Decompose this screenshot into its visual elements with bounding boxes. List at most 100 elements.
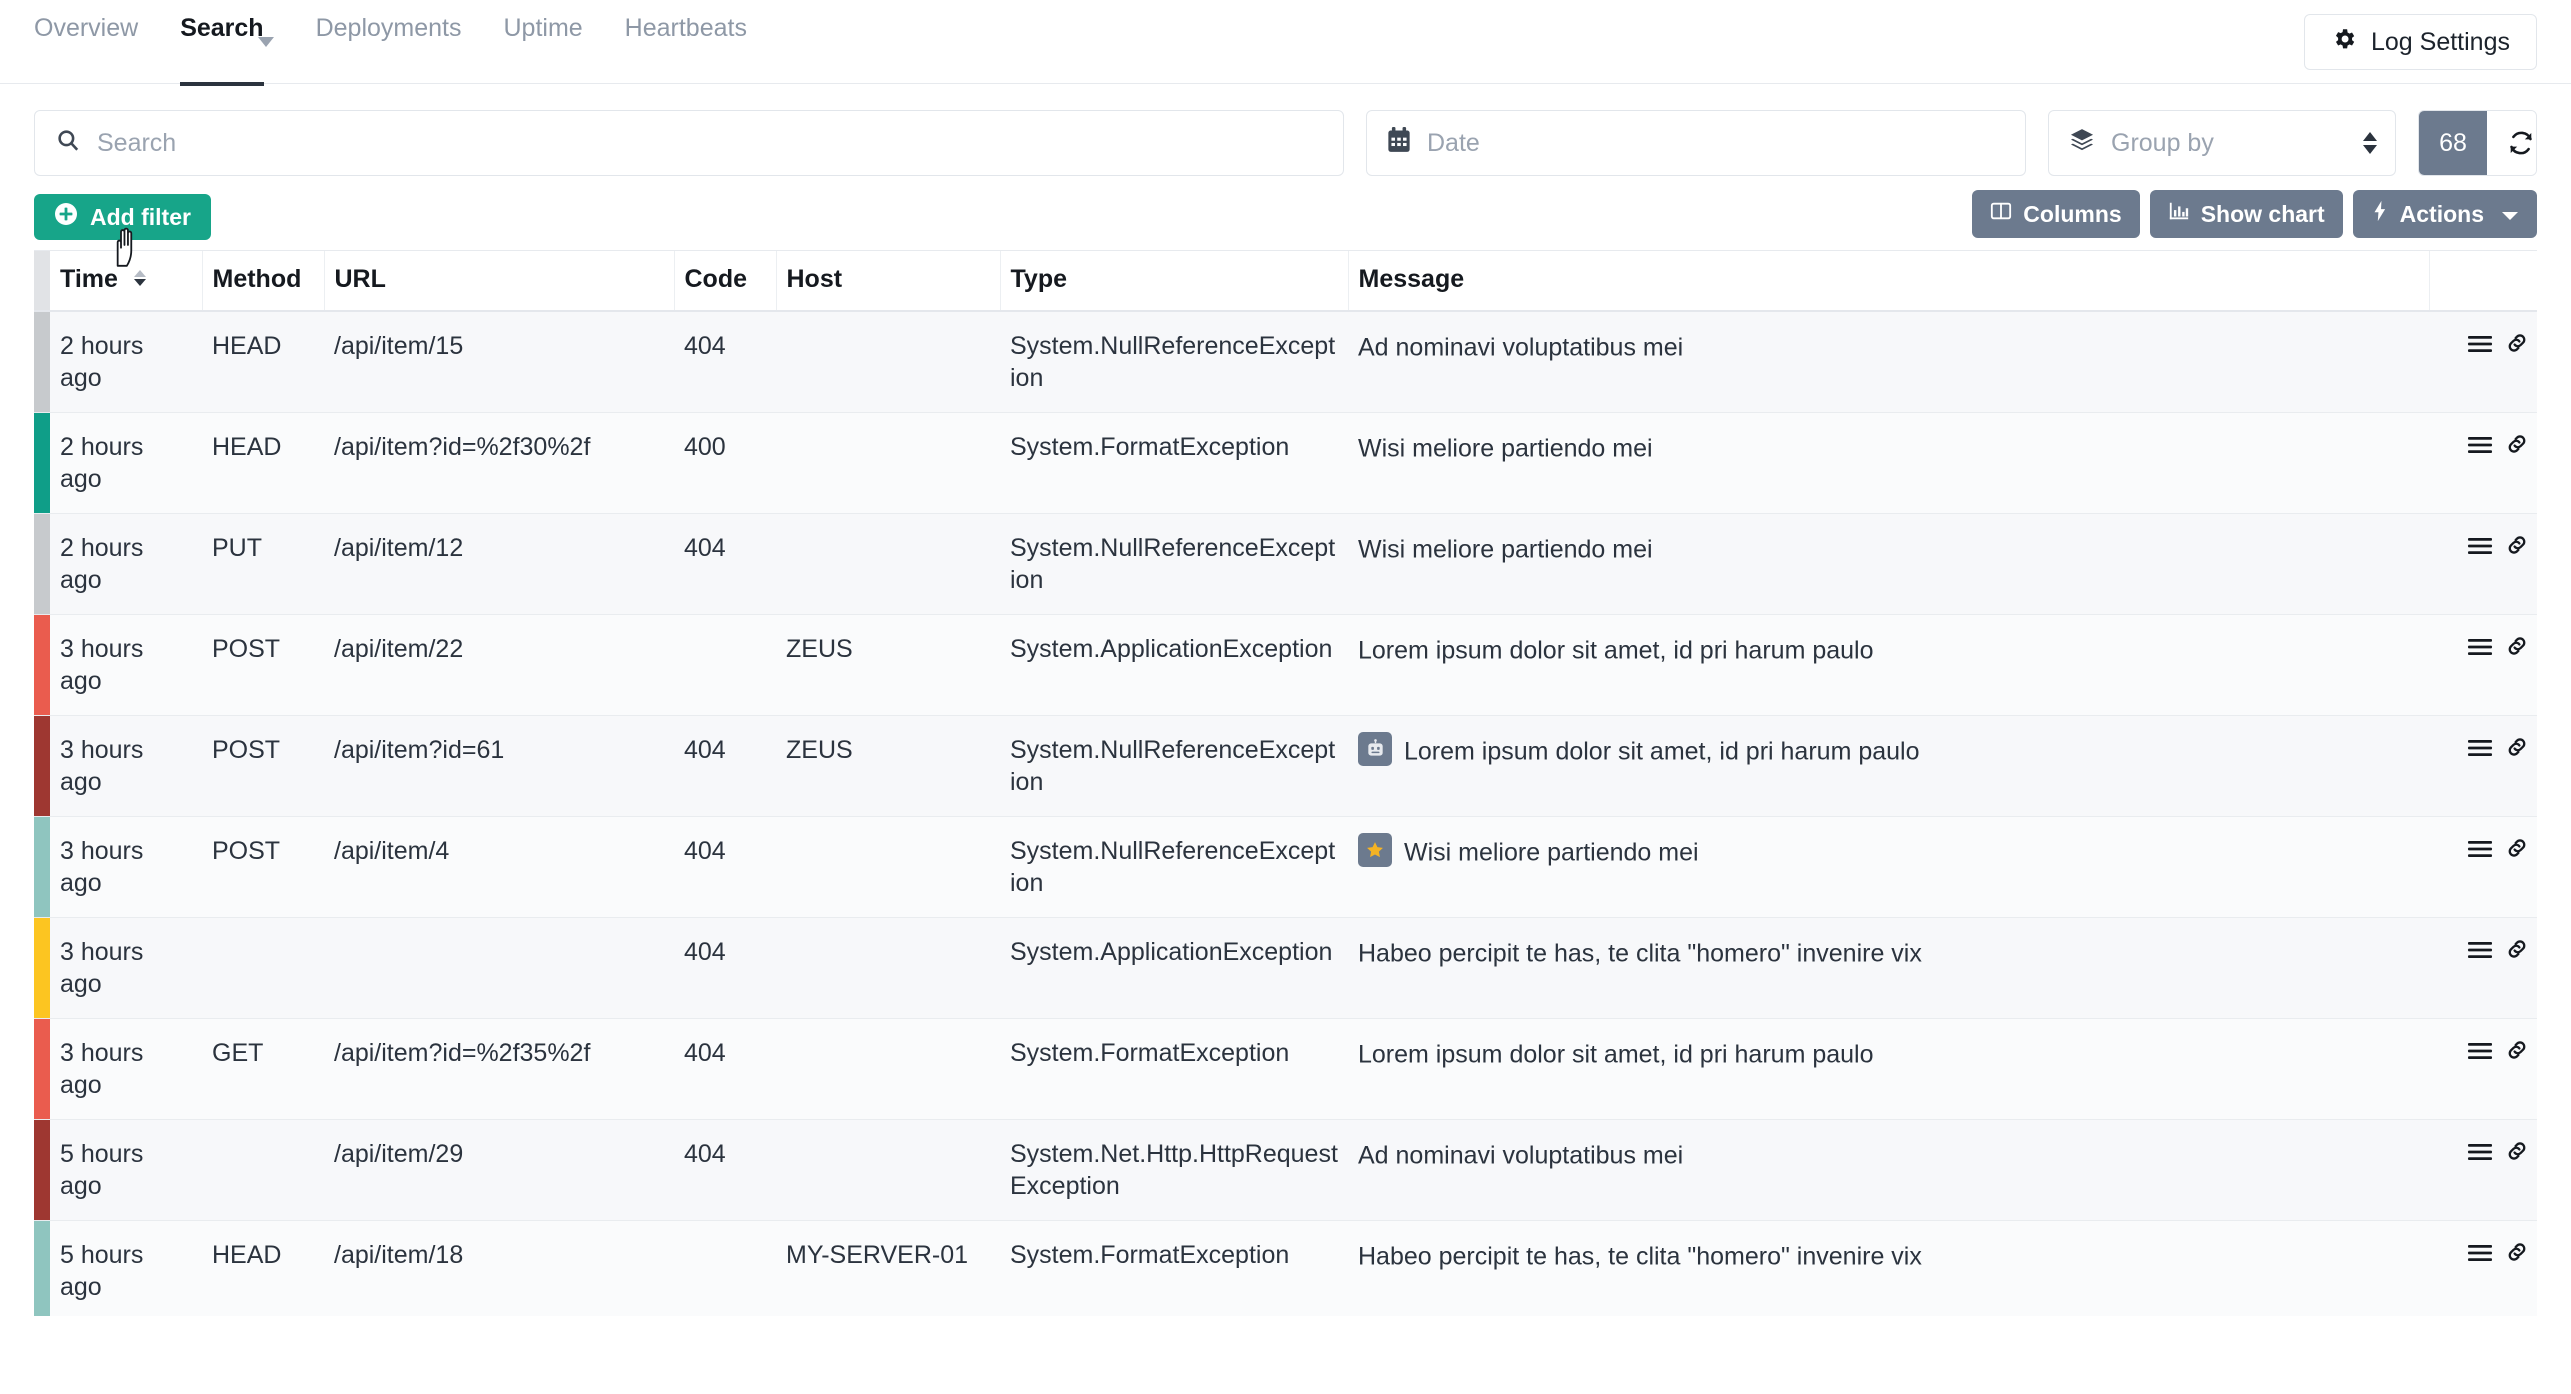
- robot-icon: [1367, 738, 1383, 756]
- list-icon[interactable]: [2467, 836, 2493, 868]
- add-filter-button[interactable]: Add filter: [34, 194, 211, 240]
- table-header-row: Time Method URL Code Host Type Message: [34, 251, 2537, 312]
- list-icon[interactable]: [2467, 1038, 2493, 1070]
- nav-item-overview[interactable]: Overview: [34, 2, 138, 86]
- cell-url: /api/item/12: [324, 513, 674, 615]
- list-icon[interactable]: [2467, 533, 2493, 565]
- columns-icon: [1990, 200, 2012, 228]
- column-header-host[interactable]: Host: [776, 251, 1001, 312]
- list-icon[interactable]: [2467, 634, 2493, 666]
- cell-code: 400: [674, 412, 776, 514]
- link-icon[interactable]: [2505, 331, 2529, 363]
- table-row[interactable]: 2 hours ago PUT/api/item/12 404 System.Null…: [34, 513, 2537, 615]
- link-icon[interactable]: [2505, 1038, 2529, 1070]
- bot-badge[interactable]: [1358, 732, 1392, 767]
- log-settings-button[interactable]: Log Settings: [2304, 14, 2537, 70]
- list-icon[interactable]: [2467, 432, 2493, 464]
- table-row[interactable]: 3 hours ago GET/api/item?id=%2f35%2f 404 Sy…: [34, 1018, 2537, 1120]
- link-icon[interactable]: [2505, 937, 2529, 969]
- gear-icon: [2331, 26, 2357, 59]
- cell-url: [324, 917, 674, 1019]
- nav-item-search[interactable]: Search: [180, 2, 264, 86]
- cell-type: System.ApplicationException: [1000, 917, 1348, 1019]
- row-severity-indicator: [34, 311, 50, 413]
- cell-code: 404: [674, 513, 776, 615]
- cell-url: /api/item/4: [324, 816, 674, 918]
- list-icon[interactable]: [2467, 331, 2493, 363]
- add-filter-label: Add filter: [90, 203, 191, 230]
- cell-message: Wisi meliore partiendo mei: [1348, 412, 2429, 514]
- cell-method: POST: [202, 816, 324, 918]
- table-row[interactable]: 5 hours ago HEAD/api/item/18 MY-SERVER-01 S…: [34, 1220, 2537, 1316]
- message-text: Wisi meliore partiendo mei: [1358, 535, 1653, 564]
- cell-message: Ad nominavi voluptatibus mei: [1348, 311, 2429, 413]
- link-icon[interactable]: [2505, 533, 2529, 565]
- group-by-select[interactable]: Group by: [2048, 110, 2396, 176]
- cell-host: ZEUS: [776, 715, 1000, 817]
- date-input[interactable]: Date: [1366, 110, 2026, 176]
- bar-chart-icon: [2168, 200, 2190, 228]
- logs-table-body: 2 hours ago HEAD/api/item/15 404 System.Nul…: [34, 311, 2537, 1316]
- columns-button[interactable]: Columns: [1972, 190, 2140, 238]
- cell-time: 3 hours ago: [50, 614, 202, 716]
- show-chart-button[interactable]: Show chart: [2149, 190, 2343, 238]
- table-row[interactable]: 3 hours ago POST/api/item?id=61 404 ZEUS Sys…: [34, 715, 2537, 817]
- table-row[interactable]: 2 hours ago HEAD/api/item?id=%2f30%2f 400 S…: [34, 412, 2537, 514]
- link-icon[interactable]: [2505, 432, 2529, 464]
- table-row[interactable]: 3 hours ago POST/api/item/22 ZEUS System.Ap…: [34, 614, 2537, 716]
- nav-item-deployments[interactable]: Deployments: [316, 2, 462, 86]
- list-icon[interactable]: [2467, 735, 2493, 767]
- top-navigation-bar: Overview Search Deployments Uptime Heartbeat…: [0, 0, 2571, 86]
- column-header-method[interactable]: Method: [202, 251, 325, 312]
- link-icon[interactable]: [2505, 1240, 2529, 1272]
- cell-method: PUT: [202, 513, 324, 615]
- cell-type: System.NullReferenceException: [1000, 513, 1348, 615]
- cell-code: 404: [674, 1018, 776, 1120]
- column-header-type[interactable]: Type: [1000, 251, 1349, 312]
- cell-message: Wisi meliore partiendo mei: [1348, 513, 2429, 615]
- nav-item-heartbeats[interactable]: Heartbeats: [625, 2, 747, 86]
- link-icon[interactable]: [2505, 735, 2529, 767]
- cell-type: System.FormatException: [1000, 412, 1348, 514]
- list-icon[interactable]: [2467, 937, 2493, 969]
- actions-button[interactable]: Actions: [2352, 190, 2537, 238]
- link-icon[interactable]: [2505, 1139, 2529, 1171]
- star-icon: [1367, 842, 1383, 858]
- link-icon[interactable]: [2505, 836, 2529, 868]
- cell-url: /api/item/18: [324, 1220, 674, 1316]
- column-header-message[interactable]: Message: [1348, 251, 2430, 312]
- row-severity-indicator: [34, 1119, 50, 1221]
- table-row[interactable]: 5 hours ago/api/item/29 404 System.Net.Htt…: [34, 1119, 2537, 1221]
- refresh-button[interactable]: [2487, 111, 2536, 175]
- starred-badge[interactable]: [1358, 833, 1392, 868]
- table-row[interactable]: 3 hours ago POST/api/item/4 404 System.Null…: [34, 816, 2537, 918]
- list-icon[interactable]: [2467, 1139, 2493, 1171]
- cell-host: [776, 1119, 1000, 1221]
- column-header-actions: [2429, 251, 2537, 312]
- column-header-url[interactable]: URL: [324, 251, 675, 312]
- cell-code: 404: [674, 715, 776, 817]
- message-text: Wisi meliore partiendo mei: [1358, 434, 1653, 463]
- message-text: Habeo percipit te has, te clita "homero"…: [1358, 1242, 1922, 1271]
- column-header-code[interactable]: Code: [674, 251, 777, 312]
- cell-row-actions: [2429, 311, 2537, 413]
- table-row[interactable]: 3 hours ago 404 System.ApplicationExceptio…: [34, 917, 2537, 1019]
- link-icon[interactable]: [2505, 634, 2529, 666]
- column-header-method-label: Method: [212, 265, 302, 293]
- result-count-badge: 68: [2419, 111, 2487, 175]
- cell-time: 2 hours ago: [50, 412, 202, 514]
- column-header-time[interactable]: Time: [50, 251, 203, 312]
- search-placeholder: Search: [97, 128, 177, 157]
- cell-host: [776, 816, 1000, 918]
- cell-time: 2 hours ago: [50, 311, 202, 413]
- cell-type: System.Net.Http.HttpRequestException: [1000, 1119, 1348, 1221]
- table-row[interactable]: 2 hours ago HEAD/api/item/15 404 System.Nul…: [34, 311, 2537, 413]
- message-text: Ad nominavi voluptatibus mei: [1358, 1141, 1684, 1170]
- row-severity-indicator: [34, 513, 50, 615]
- search-input[interactable]: Search: [34, 110, 1344, 176]
- chevron-down-icon: [2501, 201, 2519, 228]
- cell-type: System.FormatException: [1000, 1220, 1348, 1316]
- cell-row-actions: [2429, 715, 2537, 817]
- list-icon[interactable]: [2467, 1240, 2493, 1272]
- nav-item-uptime[interactable]: Uptime: [503, 2, 582, 86]
